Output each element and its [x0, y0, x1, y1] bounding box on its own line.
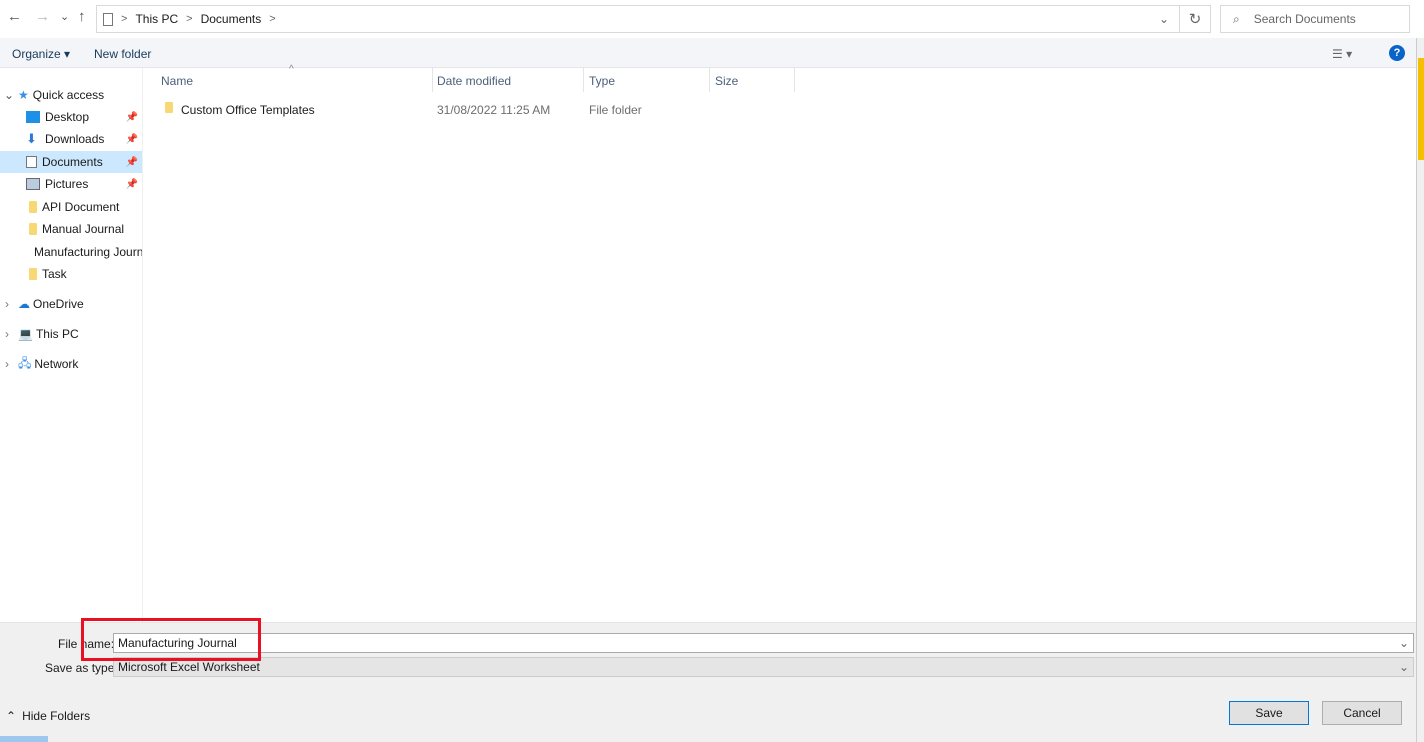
search-input[interactable]: ⌕ Search Documents: [1220, 5, 1410, 33]
sidebar-item-documents[interactable]: Documents 📌: [0, 151, 142, 173]
address-bar[interactable]: > This PC > Documents > ⌄: [96, 5, 1180, 33]
search-placeholder: Search Documents: [1253, 12, 1356, 26]
documents-icon: [26, 156, 37, 168]
navigation-pane: ⌄ ★ Quick access Desktop 📌 ⬇ Downloads 📌 Docu…: [0, 68, 143, 622]
background-window-strip: [1418, 58, 1424, 160]
chevron-down-icon[interactable]: ⌄: [1399, 660, 1409, 674]
sidebar-label: Downloads: [45, 132, 105, 146]
pin-icon[interactable]: 📌: [126, 112, 138, 123]
sidebar-item-onedrive[interactable]: › ☁ OneDrive: [0, 293, 142, 315]
column-header-date-modified[interactable]: Date modified: [437, 74, 511, 94]
search-icon: ⌕: [1233, 11, 1240, 26]
taskbar-fragment: [0, 736, 48, 742]
sidebar-label: Manual Journal: [42, 222, 125, 236]
sidebar-label: Quick access: [32, 88, 105, 102]
sidebar-item-quick-access[interactable]: ⌄ ★ Quick access: [0, 84, 142, 106]
folder-icon: [29, 268, 37, 280]
chevron-up-icon: ⌃: [6, 709, 17, 723]
chevron-right-icon: >: [121, 13, 128, 25]
refresh-button[interactable]: ↻: [1180, 5, 1211, 33]
hide-folders-label: Hide Folders: [22, 709, 91, 723]
view-options-icon[interactable]: ☰ ▾: [1332, 47, 1352, 61]
column-header-size[interactable]: Size: [715, 74, 738, 94]
sidebar-label: Manufacturing Journal: [34, 245, 142, 259]
sidebar-item-network[interactable]: › 🖧 Network: [0, 353, 142, 375]
hide-folders-button[interactable]: ⌃ Hide Folders: [6, 709, 90, 723]
sort-ascending-icon: ^: [289, 64, 294, 75]
save-as-type-value: Microsoft Excel Worksheet: [118, 660, 260, 674]
column-divider[interactable]: [432, 68, 433, 92]
star-icon: ★: [18, 88, 29, 102]
network-icon: 🖧: [18, 355, 32, 370]
file-date: 31/08/2022 11:25 AM: [437, 103, 551, 117]
column-divider[interactable]: [794, 68, 795, 92]
pin-icon[interactable]: 📌: [126, 157, 138, 168]
chevron-right-icon: >: [269, 13, 276, 25]
sidebar-label: Pictures: [45, 177, 89, 191]
sidebar-item-downloads[interactable]: ⬇ Downloads 📌: [0, 128, 142, 150]
sidebar-item-this-pc[interactable]: › 💻 This PC: [0, 323, 142, 345]
sidebar-item-desktop[interactable]: Desktop 📌: [0, 106, 142, 128]
save-as-type-select[interactable]: Microsoft Excel Worksheet ⌄: [113, 657, 1414, 677]
pin-icon[interactable]: 📌: [126, 134, 138, 145]
chevron-right-icon: >: [186, 13, 193, 25]
pin-icon[interactable]: 📌: [126, 179, 138, 190]
back-button[interactable]: ←: [7, 8, 22, 25]
sidebar-item-manual-journal[interactable]: Manual Journal: [0, 218, 142, 240]
download-arrow-icon: ⬇: [26, 131, 37, 146]
recent-locations-button[interactable]: ⌄: [60, 10, 69, 23]
toolbar: Organize ▾ New folder ☰ ▾ ?: [0, 38, 1416, 68]
chevron-down-icon[interactable]: ⌄: [1399, 636, 1409, 650]
sidebar-item-task[interactable]: Task: [0, 263, 142, 285]
sidebar-label: Desktop: [45, 110, 90, 124]
documents-location-icon: [103, 12, 113, 26]
folder-icon: [29, 223, 37, 235]
folder-icon: [165, 102, 173, 113]
file-type: File folder: [589, 103, 642, 117]
forward-button[interactable]: →: [35, 8, 50, 25]
desktop-icon: [26, 111, 40, 123]
save-as-type-label: Save as type:: [45, 661, 118, 675]
breadcrumb-documents[interactable]: Documents: [201, 12, 262, 26]
sidebar-label: Task: [42, 267, 67, 281]
sidebar-item-api-document[interactable]: API Document: [0, 196, 142, 218]
breadcrumb-this-pc[interactable]: This PC: [135, 12, 178, 26]
cloud-icon: ☁: [18, 297, 30, 311]
folder-icon: [29, 201, 37, 213]
sidebar-label: This PC: [35, 327, 79, 341]
column-header-name[interactable]: Name: [161, 74, 193, 94]
sidebar-label: Network: [34, 357, 79, 371]
save-button[interactable]: Save: [1229, 701, 1309, 725]
up-button[interactable]: ↑: [78, 8, 86, 25]
computer-icon: 💻: [18, 327, 33, 341]
column-header-type[interactable]: Type: [589, 74, 615, 94]
organize-button[interactable]: Organize ▾: [12, 47, 70, 61]
sidebar-label: Documents: [42, 155, 103, 169]
sidebar-item-manufacturing-journal[interactable]: Manufacturing Journal: [0, 241, 142, 263]
column-divider[interactable]: [583, 68, 584, 92]
new-folder-button[interactable]: New folder: [94, 47, 151, 61]
file-name: Custom Office Templates: [181, 103, 315, 117]
highlight-box: [81, 618, 261, 661]
sidebar-item-pictures[interactable]: Pictures 📌: [0, 173, 142, 195]
file-name-input[interactable]: Manufacturing Journal ⌄: [113, 633, 1414, 653]
pictures-icon: [26, 178, 40, 190]
cancel-button[interactable]: Cancel: [1322, 701, 1402, 725]
help-icon[interactable]: ?: [1389, 45, 1405, 61]
address-dropdown-icon[interactable]: ⌄: [1159, 12, 1169, 26]
sidebar-label: OneDrive: [33, 297, 84, 311]
file-row[interactable]: Custom Office Templates 31/08/2022 11:25…: [155, 99, 795, 119]
column-divider[interactable]: [709, 68, 710, 92]
sidebar-label: API Document: [42, 200, 120, 214]
